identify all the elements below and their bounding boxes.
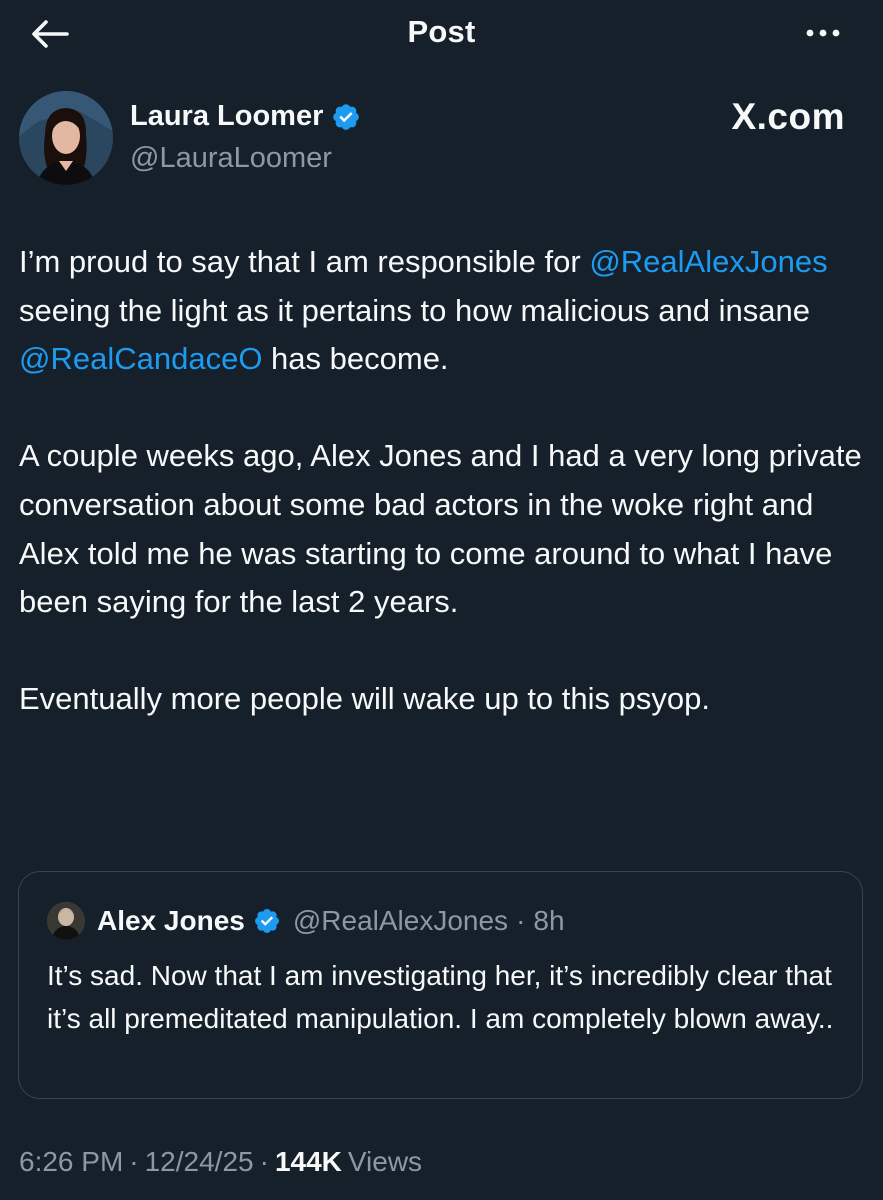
author-handle[interactable]: @LauraLoomer: [130, 142, 332, 175]
separator-dot: ·: [516, 905, 526, 936]
post-paragraph-1: I’m proud to say that I am responsible f…: [19, 238, 871, 384]
post-text-segment: I’m proud to say that I am responsible f…: [19, 244, 590, 279]
mention-link-realcandaceo[interactable]: @RealCandaceO: [19, 341, 262, 376]
verified-badge-icon: [333, 103, 360, 130]
post-paragraph-3: Eventually more people will wake up to t…: [19, 681, 710, 717]
more-horizontal-icon: [806, 29, 840, 37]
post-meta: 6:26 PM · 12/24/25 · 144K Views: [19, 1146, 422, 1178]
quoted-post-card[interactable]: Alex Jones @RealAlexJones · 8h It’s sad.…: [18, 871, 863, 1099]
post-text-segment: seeing the light as it pertains to how m…: [19, 292, 810, 328]
separator-dot: ·: [259, 1146, 269, 1177]
views-label: Views: [347, 1146, 423, 1177]
quoted-post-time[interactable]: 8h: [533, 905, 564, 937]
quoted-post-header: Alex Jones @RealAlexJones · 8h: [47, 902, 565, 940]
verified-badge-icon: [254, 909, 279, 933]
x-com-watermark: X.com: [731, 96, 845, 137]
mention-link-realalexjones[interactable]: @RealAlexJones: [589, 244, 827, 279]
separator-dot: ·: [129, 1146, 139, 1177]
quoted-author-name[interactable]: Alex Jones: [97, 905, 245, 937]
page-title: Post: [407, 14, 476, 49]
top-bar: Post: [0, 0, 883, 66]
quoted-author-avatar[interactable]: [47, 902, 85, 940]
quoted-avatar-image: [47, 902, 85, 940]
avatar-image: [19, 91, 113, 185]
post-date[interactable]: 12/24/25: [145, 1146, 254, 1178]
author-avatar[interactable]: [19, 91, 113, 185]
author-name[interactable]: Laura Loomer: [130, 100, 323, 133]
post-text-segment: has become.: [262, 341, 449, 377]
more-options-button[interactable]: [803, 18, 843, 48]
quoted-author-handle[interactable]: @RealAlexJones: [293, 905, 508, 937]
quoted-post-text: It’s sad. Now that I am investigating he…: [47, 960, 834, 1034]
post-page: Post Laura Loomer @LauraLoomer X.com I’m…: [0, 0, 883, 1200]
post-time[interactable]: 6:26 PM: [19, 1146, 123, 1178]
post-paragraph-2: A couple weeks ago, Alex Jones and I had…: [19, 438, 862, 620]
post-text: I’m proud to say that I am responsible f…: [19, 238, 871, 773]
views-count[interactable]: 144K: [275, 1146, 342, 1178]
author-name-row: Laura Loomer: [130, 100, 361, 133]
